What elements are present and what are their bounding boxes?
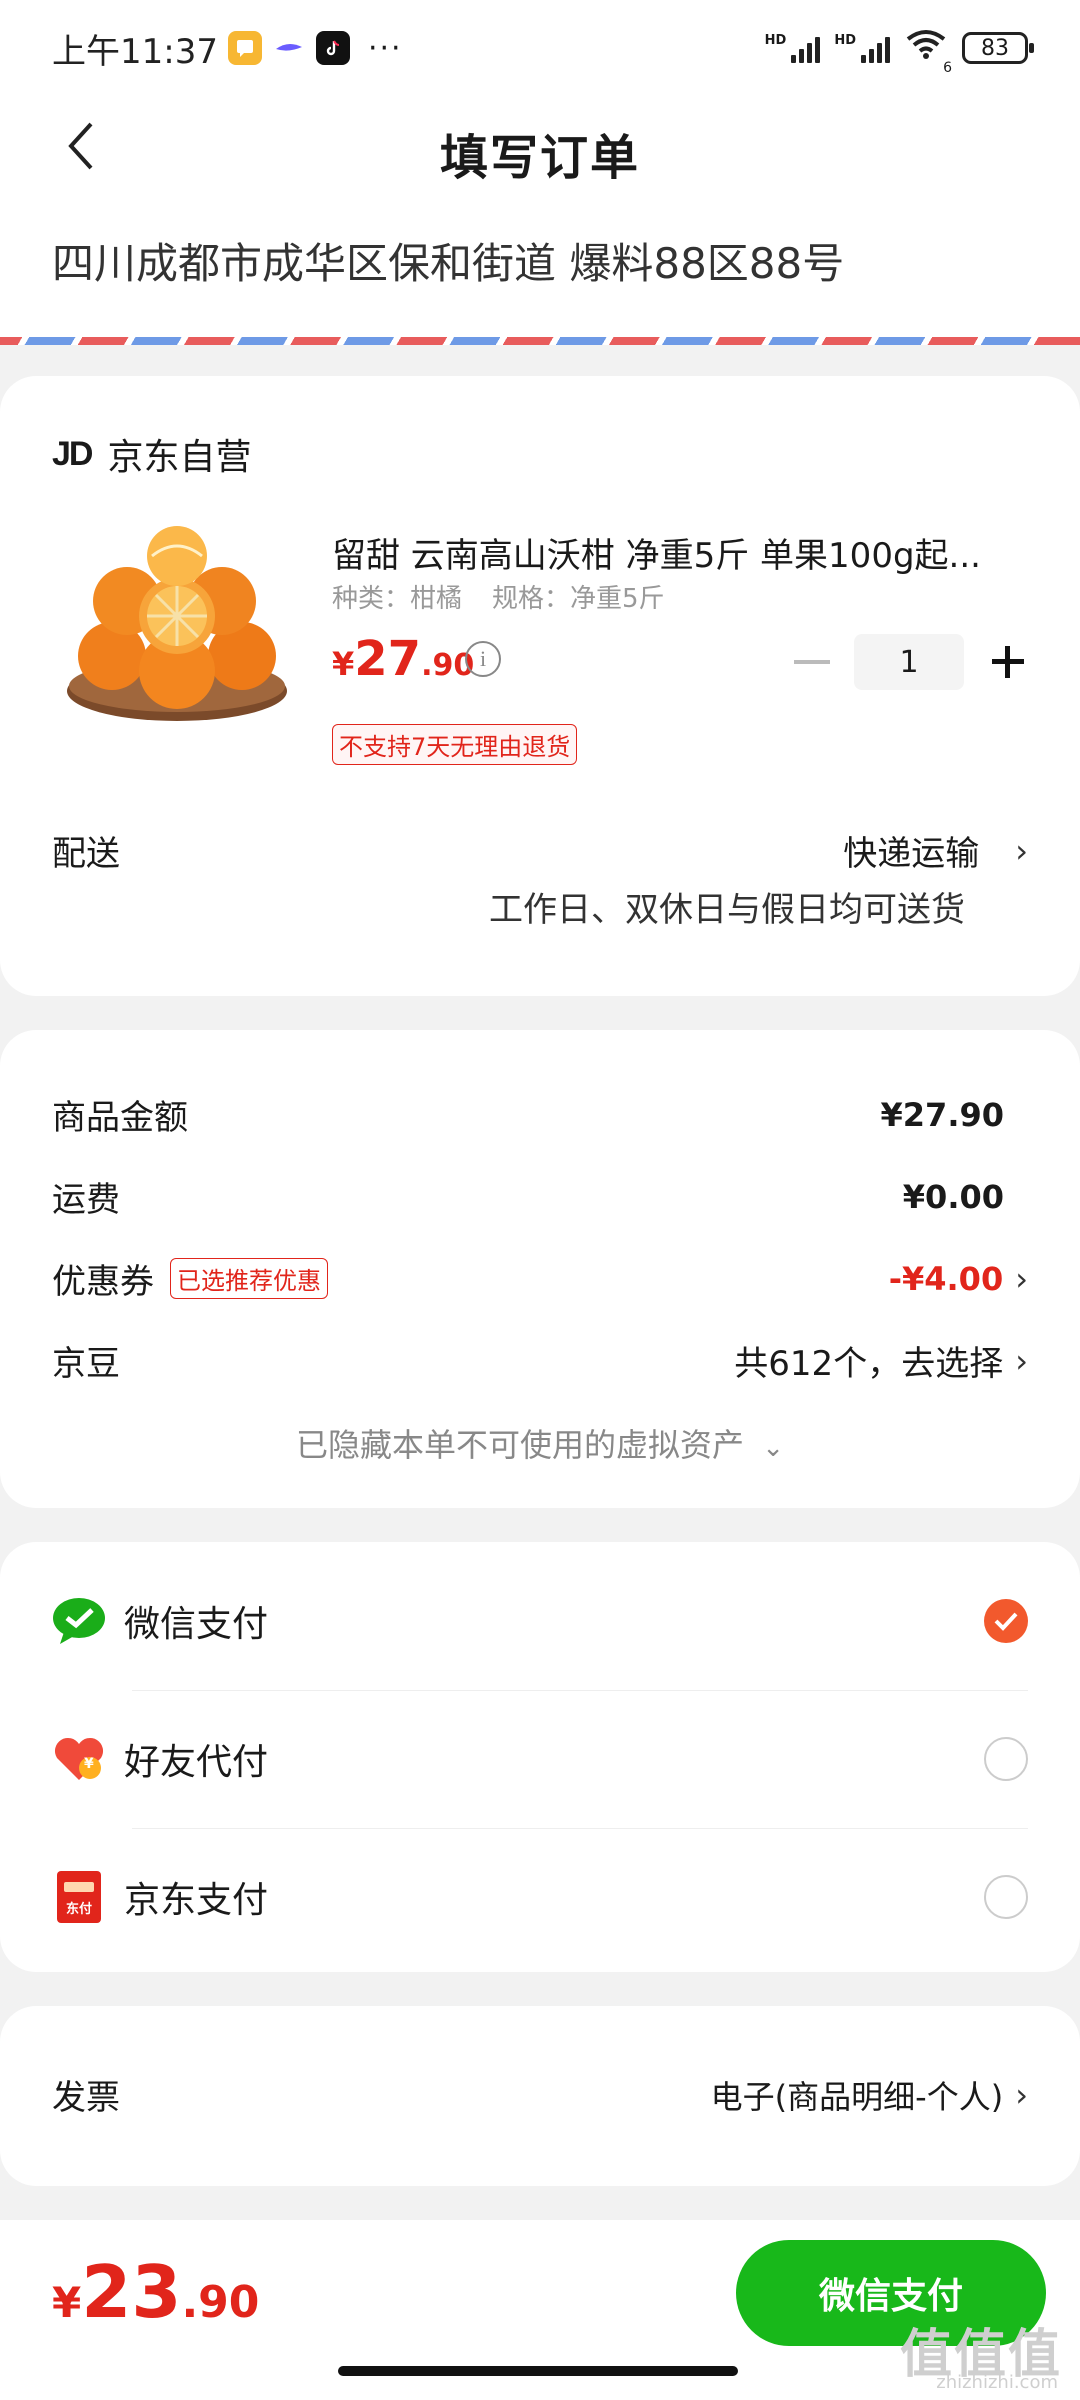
radio-selected[interactable] (984, 1599, 1028, 1643)
total-price: ¥ 23 .90 (52, 2250, 259, 2334)
hidden-assets-text: 已隐藏本单不可使用的虚拟资产 (296, 1426, 745, 1464)
jd-logo-icon: JD (52, 434, 93, 473)
spec-size: 规格：净重5斤 (492, 584, 665, 614)
page-title: 填写订单 (439, 130, 640, 186)
signal-2-icon: HD (834, 33, 890, 63)
coupon-value: -¥4.00 (888, 1259, 1004, 1298)
freight-row: 运费 ¥0.00 (52, 1172, 1028, 1221)
jd-pay-icon: 东付 (52, 1870, 106, 1924)
radio-unselected[interactable] (984, 1737, 1028, 1781)
price-info-icon[interactable]: i (465, 641, 501, 677)
price-integer: 27 (354, 631, 422, 687)
no-return-tag: 不支持7天无理由退货 (332, 724, 578, 765)
payment-label: 京东支付 (124, 1880, 269, 1921)
payment-option-jd[interactable]: 东付 京东支付 (52, 1828, 1028, 1966)
chevron-right-icon: › (1015, 831, 1028, 870)
delivery-row[interactable]: 配送 快递运输 › (52, 826, 1028, 875)
coupon-row[interactable]: 优惠券 已选推荐优惠 -¥4.00 › (52, 1254, 1028, 1303)
product-image[interactable] (52, 506, 302, 736)
goods-amount-value: ¥27.90 (880, 1095, 1004, 1134)
freight-label: 运费 (52, 1180, 120, 1220)
status-time: 上午11:37 (52, 31, 218, 72)
goods-amount-row: 商品金额 ¥27.90 (52, 1090, 1028, 1139)
total-integer: 23 (81, 2250, 182, 2334)
signal-1-icon: HD (765, 33, 821, 63)
invoice-card[interactable]: 发票 电子(商品明细-个人) › (0, 2006, 1080, 2186)
total-currency: ¥ (52, 2278, 82, 2327)
product-spec: 种类：柑橘 规格：净重5斤 (332, 578, 665, 615)
more-notifications-icon: ··· (367, 30, 403, 66)
wifi-icon: 6 (904, 27, 952, 76)
price-summary-card: 商品金额 ¥27.90 运费 ¥0.00 优惠券 已选推荐优惠 -¥4.00 ›… (0, 1030, 1080, 1508)
airmail-stripe (0, 337, 1080, 345)
delivery-note: 工作日、双休日与假日均可送货 (489, 890, 965, 930)
shop-header: JD 京东自营 (52, 428, 251, 480)
home-indicator[interactable] (338, 2366, 738, 2376)
delivery-address[interactable]: 四川成都市成华区保和街道 爆料88区88号 (0, 200, 1080, 345)
spec-kind: 种类：柑橘 (332, 584, 463, 614)
increase-button[interactable] (988, 642, 1028, 682)
radio-unselected[interactable] (984, 1875, 1028, 1919)
address-text: 四川成都市成华区保和街道 爆料88区88号 (52, 239, 845, 288)
quantity-stepper: 1 (794, 634, 1028, 690)
hidden-assets-toggle[interactable]: 已隐藏本单不可使用的虚拟资产 ⌄ (0, 1420, 1080, 1466)
status-bar: 上午11:37 ··· HD HD 6 83 (0, 0, 1080, 96)
payment-methods-card: 微信支付 ¥ 好友代付 东付 京东支付 (0, 1542, 1080, 1972)
jd-beans-row[interactable]: 京豆 共612个，去选择 › (52, 1336, 1028, 1385)
notes-app-icon (227, 31, 262, 65)
invoice-value: 电子(商品明细-个人) (710, 2077, 1004, 2116)
payment-label: 好友代付 (124, 1742, 269, 1783)
freight-value: ¥0.00 (902, 1177, 1004, 1216)
coupon-label: 优惠券 (52, 1262, 154, 1302)
payment-option-wechat[interactable]: 微信支付 (52, 1552, 1028, 1690)
jd-beans-value: 共612个，去选择 (734, 1344, 1004, 1384)
watermark-url: zhizhizhi.com (936, 2372, 1058, 2393)
chevron-right-icon: › (1015, 1259, 1028, 1298)
quantity-value[interactable]: 1 (854, 634, 964, 690)
page-header: 填写订单 (0, 96, 1080, 200)
chevron-down-icon: ⌄ (762, 1433, 784, 1463)
goods-amount-label: 商品金额 (52, 1098, 188, 1138)
product-price: ¥ 27 .90 (332, 631, 474, 687)
wechat-pay-icon (52, 1594, 106, 1648)
payment-option-friend[interactable]: ¥ 好友代付 (52, 1690, 1028, 1828)
decrease-button[interactable] (794, 660, 830, 664)
delivery-method: 快递运输 (843, 834, 980, 874)
product-name[interactable]: 留甜 云南高山沃柑 净重5斤 单果100g起... (332, 528, 1012, 577)
shop-name: 京东自营 (107, 437, 252, 478)
payment-label: 微信支付 (124, 1604, 269, 1645)
price-currency: ¥ (332, 645, 355, 683)
total-decimal: .90 (181, 2277, 260, 2328)
product-card: JD 京东自营 留甜 云南高山沃柑 净重5斤 单果100g起... 种类：柑橘 … (0, 376, 1080, 996)
chevron-right-icon: › (1015, 2075, 1028, 2114)
check-icon (994, 1612, 1018, 1631)
tiktok-app-icon (315, 31, 350, 65)
feather-app-icon (272, 31, 306, 65)
battery-indicator: 83 (962, 32, 1034, 64)
delivery-label: 配送 (52, 834, 120, 874)
chevron-right-icon: › (1015, 1341, 1028, 1380)
invoice-row[interactable]: 发票 电子(商品明细-个人) › (52, 2070, 1028, 2119)
jd-beans-label: 京豆 (52, 1344, 120, 1384)
coupon-badge: 已选推荐优惠 (170, 1258, 328, 1299)
invoice-label: 发票 (52, 2078, 120, 2118)
friend-pay-heart-icon: ¥ (52, 1732, 106, 1786)
